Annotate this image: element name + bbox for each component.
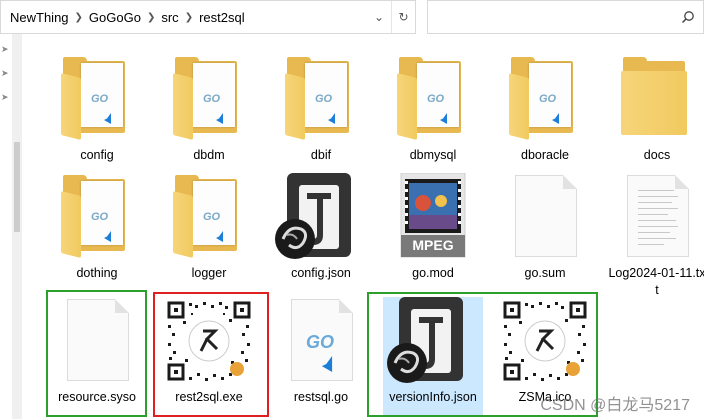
highlight-box-red	[153, 292, 269, 417]
file-item-docs[interactable]: docs	[607, 55, 704, 164]
refresh-icon[interactable]: ↻	[391, 1, 415, 33]
highlight-box-green	[46, 290, 147, 417]
search-icon[interactable]	[681, 10, 695, 24]
file-item-go-mod[interactable]: MPEG go.mod	[383, 173, 483, 282]
chevron-right-icon[interactable]: ❯	[144, 12, 158, 23]
navigation-pane: ➤ ➤ ➤	[0, 34, 12, 419]
json-app-icon	[275, 173, 351, 259]
breadcrumb-item-newthing[interactable]: NewThing	[7, 10, 72, 25]
address-bar[interactable]: NewThing ❯ GoGoGo ❯ src ❯ rest2sql ⌄ ↻	[0, 0, 416, 34]
file-item-logger[interactable]: GO logger	[159, 173, 259, 282]
folder-go-icon: GO	[173, 173, 245, 258]
file-item-dothing[interactable]: GO dothing	[47, 173, 147, 282]
chevron-right-icon[interactable]: ❯	[72, 12, 86, 23]
chevron-down-icon[interactable]: ⌄	[367, 1, 391, 33]
chevron-right-icon[interactable]: ❯	[182, 12, 196, 23]
file-item-dbdm[interactable]: GO dbdm	[159, 55, 259, 164]
file-item-dbmysql[interactable]: GO dbmysql	[383, 55, 483, 164]
search-input[interactable]	[427, 0, 704, 34]
folder-icon	[621, 55, 693, 135]
file-explorer-window: NewThing ❯ GoGoGo ❯ src ❯ rest2sql ⌄ ↻ ➤…	[0, 0, 704, 419]
mpeg-label: MPEG	[412, 237, 454, 253]
file-item-restsql-go[interactable]: GO restsql.go	[271, 297, 371, 406]
file-item-go-sum[interactable]: go.sum	[495, 173, 595, 282]
file-item-dbif[interactable]: GO dbif	[271, 55, 371, 164]
pin-icon: ➤	[1, 92, 9, 102]
folder-go-icon: GO	[509, 55, 581, 140]
file-item-config[interactable]: GO config	[47, 55, 147, 164]
blank-file-icon	[515, 175, 577, 257]
breadcrumb: NewThing ❯ GoGoGo ❯ src ❯ rest2sql	[1, 1, 367, 33]
watermark: CSDN @白龙马5217	[540, 397, 690, 414]
text-file-icon	[627, 175, 689, 257]
nav-scrollbar[interactable]	[12, 34, 22, 419]
pin-icon: ➤	[1, 44, 9, 54]
go-file-icon: GO	[291, 299, 353, 381]
folder-go-icon: GO	[285, 55, 357, 140]
breadcrumb-item-gogogo[interactable]: GoGoGo	[86, 10, 144, 25]
pin-icon: ➤	[1, 68, 9, 78]
breadcrumb-item-src[interactable]: src	[158, 10, 181, 25]
folder-go-icon: GO	[173, 55, 245, 140]
file-item-log-txt[interactable]: Log2024-01-11.txt	[607, 173, 704, 299]
folder-go-icon: GO	[61, 173, 133, 258]
breadcrumb-item-rest2sql[interactable]: rest2sql	[196, 10, 248, 25]
folder-go-icon: GO	[61, 55, 133, 140]
file-item-dboracle[interactable]: GO dboracle	[495, 55, 595, 164]
folder-go-icon: GO	[397, 55, 469, 140]
file-item-config-json[interactable]: config.json	[271, 173, 371, 282]
